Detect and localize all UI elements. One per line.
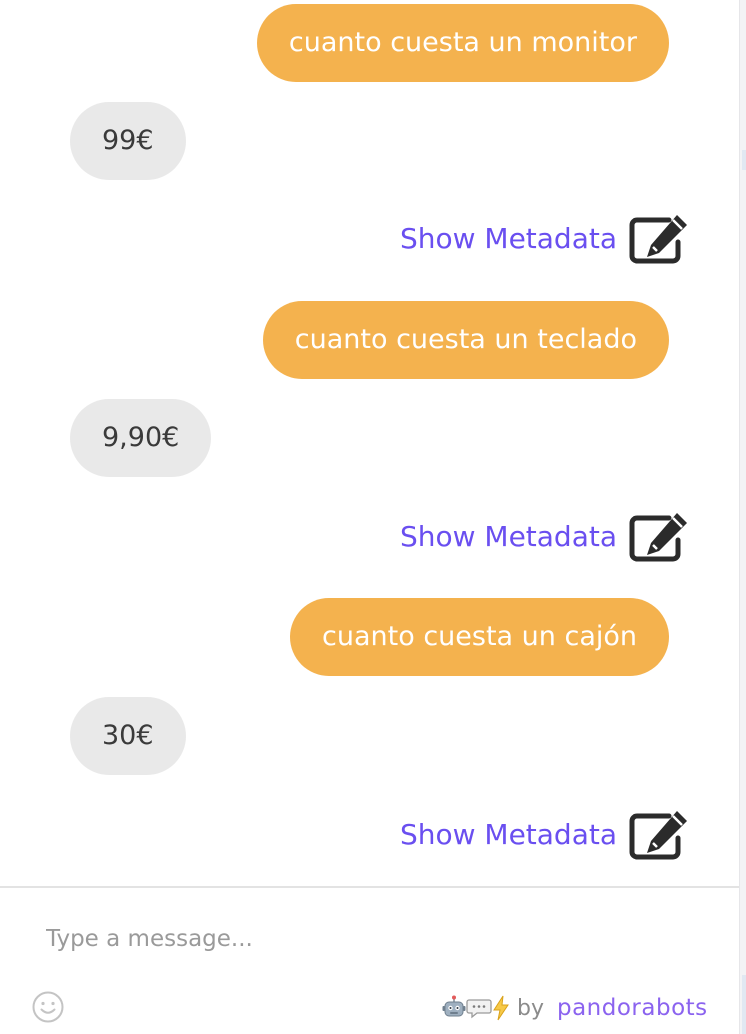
metadata-row: Show Metadata xyxy=(400,510,691,562)
user-message: cuanto cuesta un monitor xyxy=(256,4,669,82)
edit-square-icon[interactable] xyxy=(629,808,691,860)
bot-message: 30€ xyxy=(70,697,186,775)
message-composer: by pandorabots xyxy=(0,886,739,1034)
by-label: by xyxy=(517,995,544,1021)
page-edge xyxy=(739,0,746,1034)
lightning-icon xyxy=(493,995,509,1021)
show-metadata-link[interactable]: Show Metadata xyxy=(400,222,617,255)
powered-by-badge[interactable]: by pandorabots xyxy=(442,988,708,1028)
message-input[interactable] xyxy=(46,916,686,962)
edit-square-icon[interactable] xyxy=(629,212,691,264)
message-list: cuanto cuesta un monitor 99€ Show Metada… xyxy=(0,0,739,886)
smiley-icon[interactable] xyxy=(31,990,65,1024)
pandorabots-logo[interactable]: pandorabots xyxy=(557,995,708,1021)
edit-square-icon[interactable] xyxy=(629,510,691,562)
robot-icon xyxy=(442,995,466,1017)
user-message: cuanto cuesta un teclado xyxy=(262,301,669,379)
metadata-row: Show Metadata xyxy=(400,212,691,264)
user-message: cuanto cuesta un cajón xyxy=(290,598,669,676)
show-metadata-link[interactable]: Show Metadata xyxy=(400,818,617,851)
chat-widget: cuanto cuesta un monitor 99€ Show Metada… xyxy=(0,0,746,1034)
bot-message: 9,90€ xyxy=(70,399,212,477)
powered-by-icons xyxy=(442,995,510,1021)
metadata-row: Show Metadata xyxy=(400,808,691,860)
speech-bubble-icon xyxy=(466,999,492,1019)
show-metadata-link[interactable]: Show Metadata xyxy=(400,520,617,553)
bot-message: 99€ xyxy=(70,102,186,180)
